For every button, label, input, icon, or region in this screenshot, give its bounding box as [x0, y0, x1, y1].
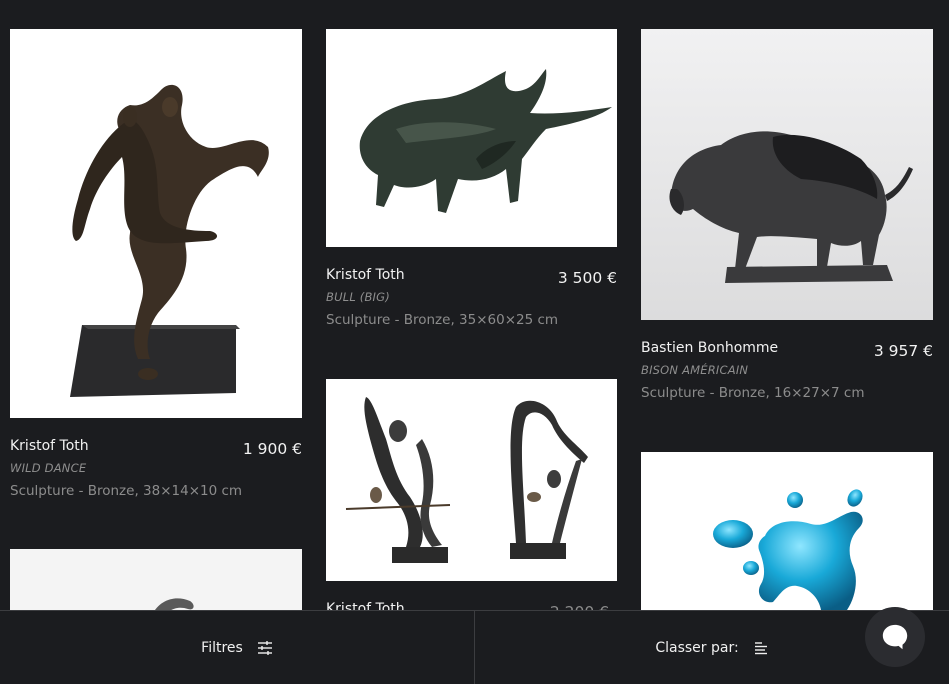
artwork-details: Sculpture - Bronze, 16×27×7 cm: [641, 385, 865, 401]
artwork-image[interactable]: [10, 29, 302, 418]
artwork-image[interactable]: [326, 379, 617, 581]
chat-bubble-icon: [882, 624, 908, 650]
artwork-meta: Kristof Toth 1 900 € WILD DANCE Sculptur…: [10, 438, 302, 508]
artwork-details: Sculpture - Bronze, 35×60×25 cm: [326, 312, 559, 328]
dancing-sculpture-image: [10, 29, 302, 418]
artist-name[interactable]: Kristof Toth: [326, 267, 405, 283]
bull-sculpture-image: [326, 29, 617, 247]
artwork-card-wild-dance[interactable]: Kristof Toth 1 900 € WILD DANCE Sculptur…: [10, 29, 302, 508]
artwork-meta: Bastien Bonhomme 3 957 € BISON AMÉRICAIN…: [641, 340, 933, 410]
blue-splash-sculpture-image: [641, 452, 933, 610]
artwork-price: 3 500 €: [557, 269, 617, 287]
artwork-meta: Kristof Toth 3 500 € BULL (BIG) Sculptur…: [326, 267, 617, 337]
artwork-price: 3 957 €: [873, 342, 933, 360]
sliders-icon: [257, 640, 272, 655]
artwork-image[interactable]: [641, 452, 933, 610]
artwork-title[interactable]: WILD DANCE: [10, 461, 86, 475]
artwork-image[interactable]: [326, 29, 617, 247]
artwork-price: 1 900 €: [242, 440, 302, 458]
artist-name[interactable]: Kristof Toth: [10, 438, 89, 454]
bison-sculpture-image: [641, 29, 933, 320]
artwork-card-bull[interactable]: Kristof Toth 3 500 € BULL (BIG) Sculptur…: [326, 29, 617, 337]
artwork-image[interactable]: [641, 29, 933, 320]
artwork-title[interactable]: BULL (BIG): [326, 290, 390, 304]
instrument-sculptures-image: [326, 379, 617, 581]
artwork-title[interactable]: BISON AMÉRICAIN: [641, 363, 748, 377]
chat-button[interactable]: [865, 607, 925, 667]
filters-button[interactable]: Filtres: [0, 611, 474, 684]
sort-label: Classer par:: [655, 639, 739, 656]
artist-name[interactable]: Bastien Bonhomme: [641, 340, 778, 356]
artwork-card-splash[interactable]: [641, 452, 933, 610]
artwork-card-bison[interactable]: Bastien Bonhomme 3 957 € BISON AMÉRICAIN…: [641, 29, 933, 410]
artwork-details: Sculpture - Bronze, 38×14×10 cm: [10, 483, 243, 499]
bottom-toolbar: Filtres Classer par:: [0, 610, 949, 684]
filters-label: Filtres: [201, 639, 243, 656]
sort-lines-icon: [754, 641, 767, 654]
